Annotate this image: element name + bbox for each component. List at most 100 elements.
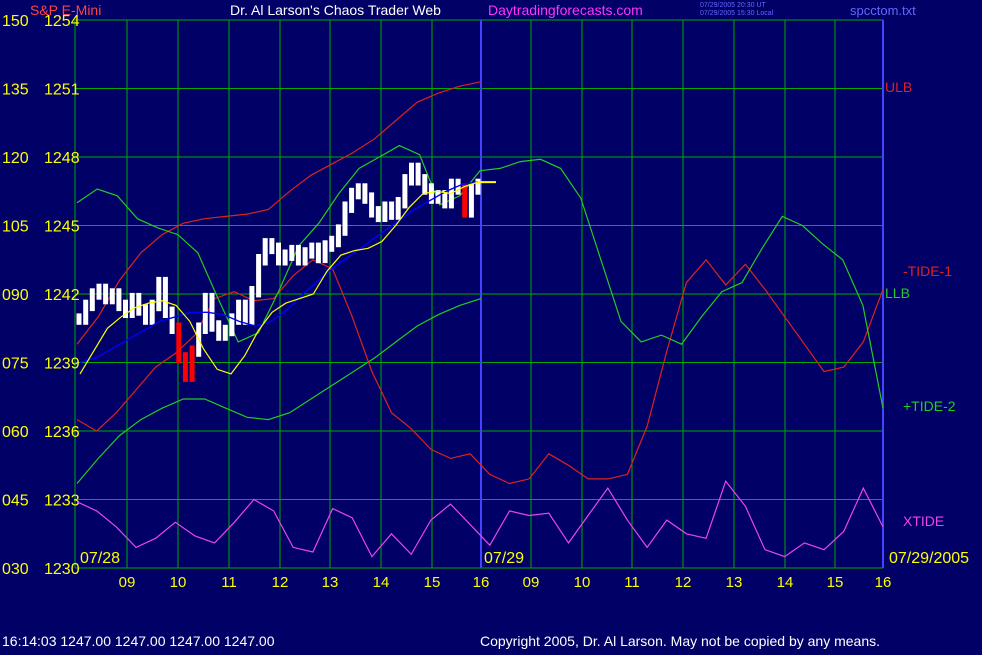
oscillator-tick-label: 060 — [2, 424, 29, 441]
x-tick-label: 13 — [322, 574, 339, 591]
tide-minus-1-label: -TIDE-1 — [903, 263, 952, 279]
price-tick-label: 1239 — [44, 356, 80, 373]
x-tick-label: 10 — [574, 574, 591, 591]
price-bar — [256, 254, 262, 298]
price-bar — [189, 345, 195, 382]
chart-title: Dr. Al Larson's Chaos Trader Web — [230, 2, 441, 18]
price-tick-label: 1236 — [44, 424, 80, 441]
oscillator-tick-label: 150 — [2, 13, 29, 30]
price-bar — [176, 322, 182, 364]
price-bar — [269, 238, 275, 255]
price-bar — [475, 178, 481, 195]
llb-label: LLB — [885, 285, 910, 301]
price-tick-label: 1245 — [44, 219, 80, 236]
price-bar — [349, 187, 355, 213]
x-tick-label: 11 — [624, 574, 640, 591]
oscillator-tick-label: 045 — [2, 493, 29, 510]
price-bar — [249, 286, 255, 325]
oscillator-tick-label: 135 — [2, 82, 29, 99]
copyright-notice: Copyright 2005, Dr. Al Larson. May not b… — [480, 633, 881, 649]
price-bar — [422, 174, 428, 195]
price-bar — [129, 292, 135, 318]
moving-average-yellow — [79, 181, 479, 375]
price-bar — [222, 324, 228, 341]
price-bar — [149, 299, 155, 325]
price-bar — [409, 162, 414, 186]
moving-average-blue — [79, 181, 479, 364]
x-tick-label: 15 — [424, 574, 441, 591]
price-bar — [109, 288, 115, 305]
price-bar — [309, 242, 315, 259]
price-bar — [103, 283, 109, 305]
price-bar — [116, 288, 122, 312]
x-tick-label: 09 — [523, 574, 540, 591]
price-bar — [362, 183, 368, 204]
price-bar — [282, 249, 288, 266]
price-bar — [76, 313, 82, 325]
date-label-next: 07/29 — [484, 550, 524, 567]
price-bar — [169, 306, 175, 334]
x-tick-label: 10 — [170, 574, 187, 591]
price-bar — [462, 183, 468, 218]
price-bar — [96, 283, 102, 300]
price-bar — [295, 244, 301, 266]
x-tick-label: 14 — [777, 574, 794, 591]
price-bar — [262, 238, 268, 266]
price-bar — [143, 304, 148, 325]
x-tick-label: 13 — [726, 574, 743, 591]
instrument-label: S&P E-Mini — [30, 2, 102, 18]
price-bar — [276, 242, 281, 266]
quote-readout: 16:14:03 1247.00 1247.00 1247.00 1247.00 — [2, 633, 275, 649]
date-label-start: 07/28 — [80, 550, 120, 567]
site-link[interactable]: Daytradingforecasts.com — [488, 2, 643, 18]
oscillator-tick-label: 030 — [2, 561, 29, 578]
price-bar — [382, 201, 388, 222]
price-bar — [202, 292, 208, 334]
xtide-label: XTIDE — [903, 513, 944, 529]
price-bar — [402, 174, 408, 209]
x-tick-label: 12 — [675, 574, 692, 591]
timestamp-ut: 07/29/2005 20:30 UT — [700, 2, 766, 9]
x-tick-label: 12 — [272, 574, 289, 591]
x-tick-label: 11 — [221, 574, 237, 591]
oscillator-tick-label: 075 — [2, 356, 29, 373]
price-bar — [355, 183, 361, 200]
price-tick-label: 1242 — [44, 287, 80, 304]
x-tick-label: 16 — [473, 574, 490, 591]
price-tick-label: 1233 — [44, 493, 80, 510]
x-tick-label: 16 — [875, 574, 892, 591]
price-bar — [369, 192, 375, 218]
price-bar — [415, 162, 421, 186]
x-tick-label: 14 — [373, 574, 390, 591]
price-tick-label: 1248 — [44, 150, 80, 167]
data-file-label: spcctom.txt — [850, 3, 916, 18]
price-bar — [468, 183, 474, 218]
price-bar — [289, 244, 295, 261]
price-bar — [302, 247, 308, 266]
price-bar — [216, 320, 222, 341]
price-bar — [322, 240, 328, 264]
x-tick-label: 09 — [119, 574, 136, 591]
price-bar — [342, 201, 348, 236]
price-bar — [335, 224, 341, 248]
date-label-end: 07/29/2005 — [889, 550, 969, 567]
oscillator-tick-label: 090 — [2, 287, 29, 304]
price-tick-label: 1251 — [44, 82, 80, 99]
x-tick-label: 15 — [827, 574, 844, 591]
price-bar — [182, 352, 188, 382]
chart-svg: 09 10 11 12 13 14 15 16 09 10 11 12 13 14 15 16150 12541… — [2, 13, 969, 591]
price-tick-label: 1230 — [44, 561, 80, 578]
price-bar — [242, 299, 248, 325]
price-bar — [136, 292, 142, 316]
price-bar — [315, 242, 321, 264]
timestamp-local: 07/29/2005 15:30 Local — [700, 10, 774, 17]
oscillator-tick-label: 120 — [2, 150, 29, 167]
price-bar — [162, 276, 168, 318]
price-bar — [389, 201, 395, 220]
price-bar — [156, 276, 162, 312]
price-bar — [329, 235, 335, 252]
price-bar — [89, 288, 95, 312]
llb-line — [76, 298, 482, 484]
price-bar — [83, 299, 89, 325]
oscillator-tick-label: 105 — [2, 219, 29, 236]
